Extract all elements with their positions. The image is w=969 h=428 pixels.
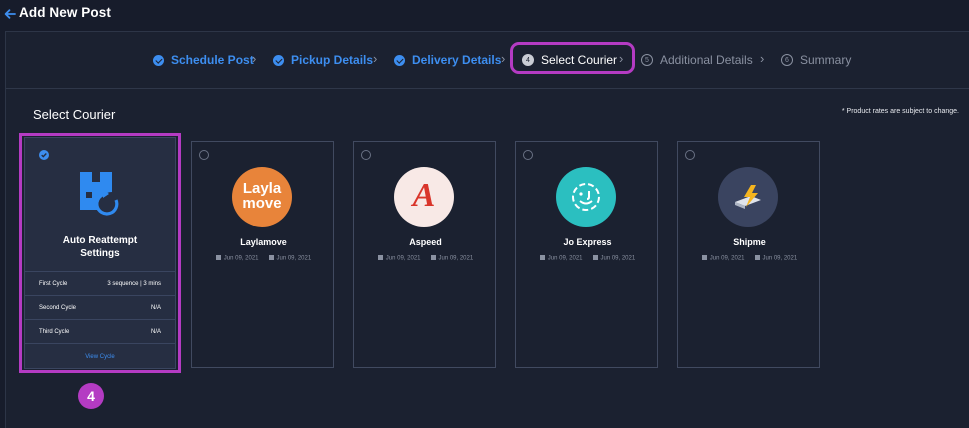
courier-name: Aspeed [409,237,442,247]
step-label: Schedule Post [171,53,254,67]
top-bar: Add New Post [0,0,969,30]
step-summary[interactable]: 6 Summary [781,50,851,70]
calendar-check-icon [430,255,436,260]
courier-card-shipme[interactable]: Shipme Jun 09, 2021 Jun 09, 2021 [677,141,820,368]
date-start: Jun 09, 2021 [385,255,421,262]
courier-dates: Jun 09, 2021 Jun 09, 2021 [192,255,335,262]
courier-dates: Jun 09, 2021 Jun 09, 2021 [678,255,821,262]
chevron-right-icon: › [252,51,257,66]
section-title: Select Courier [33,107,116,122]
logo-text: A [412,177,436,214]
calendar-check-icon [754,255,760,260]
rates-note: * Product rates are subject to change. [841,108,959,115]
logo-text: move [242,195,282,212]
step-number-icon: 6 [781,54,793,66]
calendar-check-icon [592,255,598,260]
aspeed-logo: A [394,167,454,227]
calendar-icon [701,255,707,260]
radio-button[interactable] [199,150,209,160]
logo-text: Layla [242,180,282,197]
shipme-logo [718,167,778,227]
jo-express-logo [556,167,616,227]
chevron-right-icon: › [373,51,378,66]
calendar-icon [215,255,221,260]
step-number-icon: 5 [641,54,653,66]
courier-name: Laylamove [240,237,287,247]
stepper: Schedule Post › Pickup Details › Deliver… [6,32,969,89]
smiley-icon [572,183,600,211]
annotation-highlight-step [510,42,635,74]
annotation-step-badge: 4 [78,383,104,409]
back-arrow-icon[interactable] [3,7,17,21]
courier-card-aspeed[interactable]: A Aspeed Jun 09, 2021 Jun 09, 2021 [353,141,496,368]
step-schedule-post[interactable]: Schedule Post [153,50,254,70]
courier-card-laylamove[interactable]: Layla move Laylamove Jun 09, 2021 Jun 09… [191,141,334,368]
step-label: Summary [800,53,852,67]
check-circle-icon [153,54,164,66]
check-circle-icon [273,54,284,66]
check-circle-icon [394,54,405,66]
date-end: Jun 09, 2021 [600,255,636,262]
calendar-check-icon [268,255,274,260]
step-additional-details[interactable]: 5 Additional Details [641,50,753,70]
chevron-right-icon: › [760,51,765,66]
calendar-icon [539,255,545,260]
chevron-right-icon: › [501,51,506,66]
date-end: Jun 09, 2021 [276,255,312,262]
date-start: Jun 09, 2021 [709,255,745,262]
page-title: Add New Post [19,5,111,20]
step-delivery-details[interactable]: Delivery Details [394,50,501,70]
radio-button[interactable] [685,150,695,160]
step-label: Delivery Details [412,53,502,67]
step-pickup-details[interactable]: Pickup Details [273,50,373,70]
laylamove-logo: Layla move [232,167,292,227]
calendar-icon [377,255,383,260]
radio-button[interactable] [361,150,371,160]
courier-card-jo-express[interactable]: Jo Express Jun 09, 2021 Jun 09, 2021 [515,141,658,368]
date-end: Jun 09, 2021 [438,255,474,262]
step-label: Additional Details [660,53,753,67]
step-label: Pickup Details [291,53,374,67]
lightning-box-icon [735,185,761,209]
courier-dates: Jun 09, 2021 Jun 09, 2021 [354,255,497,262]
date-start: Jun 09, 2021 [547,255,583,262]
courier-name: Shipme [733,237,766,247]
date-start: Jun 09, 2021 [223,255,259,262]
courier-dates: Jun 09, 2021 Jun 09, 2021 [516,255,659,262]
annotation-highlight-card [19,133,181,373]
radio-button[interactable] [523,150,533,160]
date-end: Jun 09, 2021 [762,255,798,262]
courier-name: Jo Express [563,237,612,247]
